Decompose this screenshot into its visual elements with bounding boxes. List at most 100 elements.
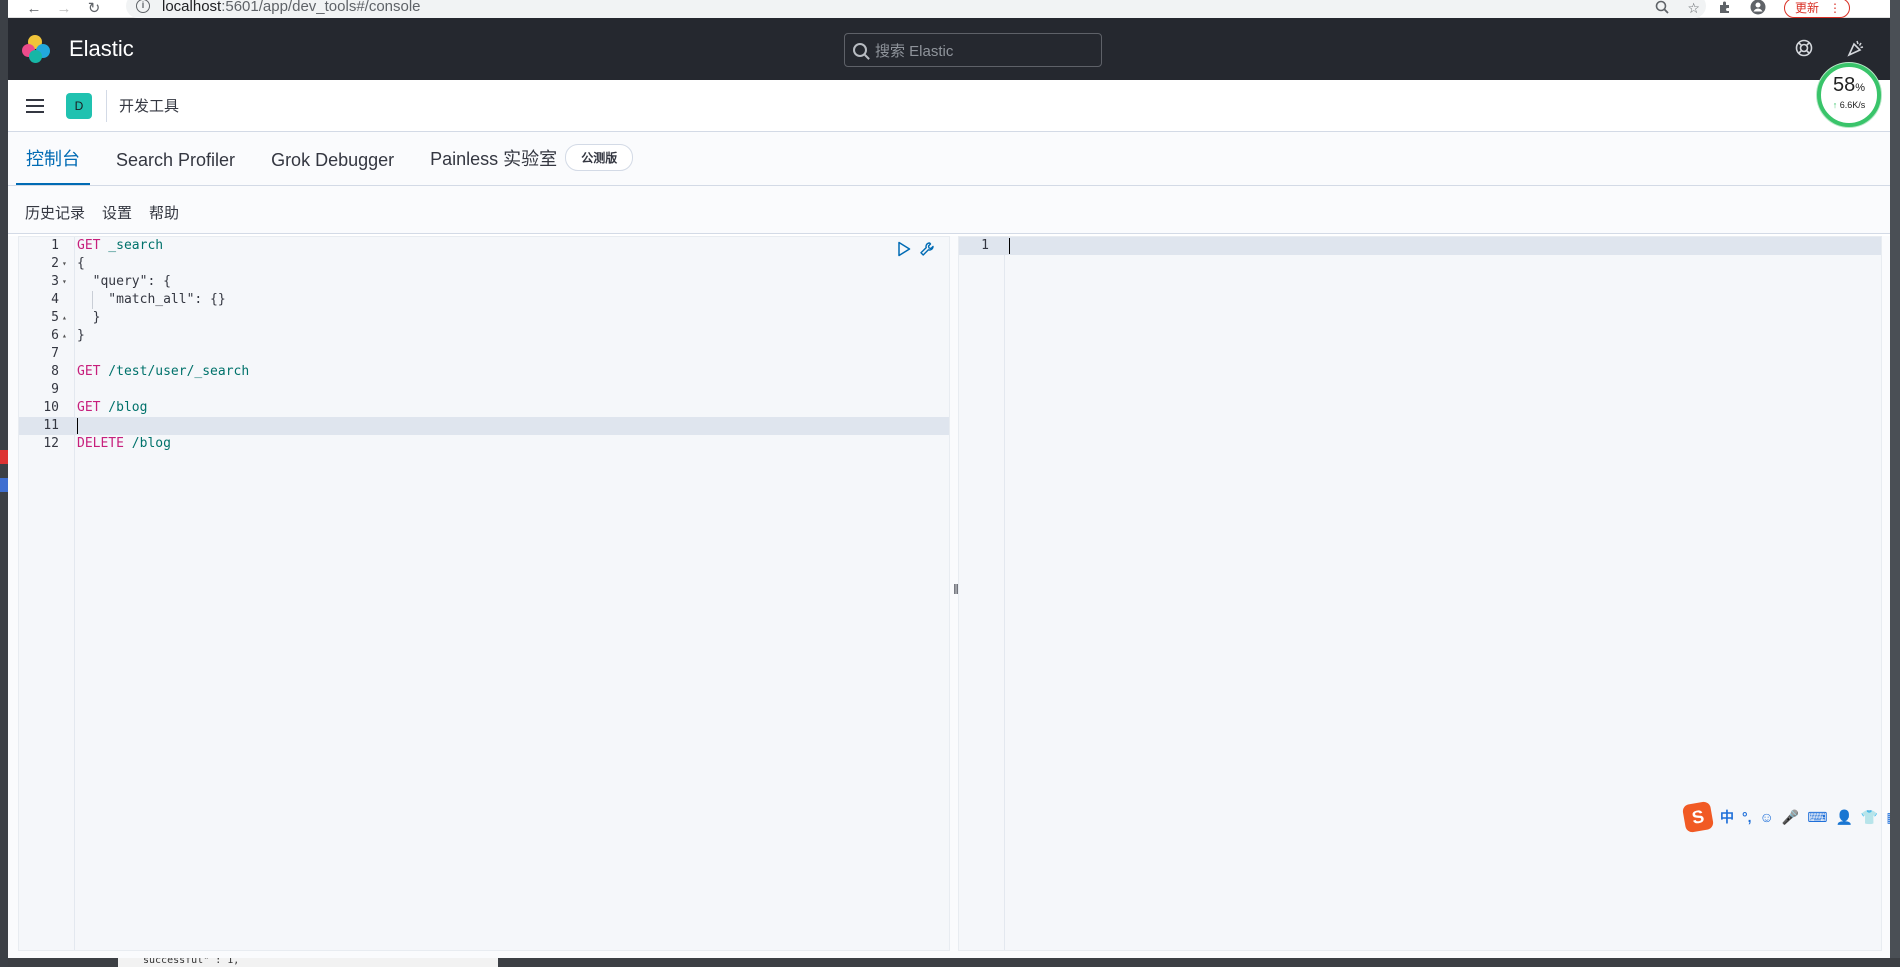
- console-menu: 历史记录 设置 帮助: [8, 186, 1890, 234]
- editor-line[interactable]: 4 "match_all": {}: [19, 291, 949, 309]
- breadcrumb: D 开发工具: [8, 80, 1890, 132]
- code-text: {: [77, 255, 85, 273]
- editor-line[interactable]: 3 ▾ "query": {: [19, 273, 949, 291]
- ime-voice-icon[interactable]: 🎤: [1782, 809, 1799, 826]
- help-link[interactable]: 帮助: [149, 202, 179, 223]
- ime-toolbox-icon[interactable]: ▦: [1886, 809, 1890, 826]
- line-number: 12: [43, 436, 59, 451]
- fold-toggle-icon[interactable]: ▾: [62, 255, 67, 273]
- output-line[interactable]: 1: [959, 237, 1881, 255]
- json-text: }: [77, 328, 85, 343]
- profile-icon[interactable]: [1750, 0, 1766, 18]
- request-path: /test/user/_search: [100, 364, 250, 379]
- site-info-icon[interactable]: i: [136, 0, 150, 13]
- line-number: 10: [43, 400, 59, 415]
- beta-badge: 公测版: [565, 144, 634, 171]
- http-method: GET: [77, 400, 101, 415]
- update-label: 更新: [1794, 1, 1819, 15]
- ime-keyboard-icon[interactable]: ⌨: [1807, 809, 1827, 826]
- help-icon[interactable]: [1794, 38, 1814, 64]
- network-speed: 6.6K/s: [1839, 100, 1866, 110]
- editor-line[interactable]: 7: [19, 345, 949, 363]
- text-cursor: [1009, 238, 1010, 254]
- line-number: 8: [51, 364, 59, 379]
- browser-window: ← → ↻ i localhost :5601/app/dev_tools#/c…: [8, 0, 1890, 958]
- ime-chinese-mode[interactable]: 中: [1720, 807, 1734, 827]
- editor-line[interactable]: 1 GET _search: [19, 237, 949, 255]
- request-editor[interactable]: 1 GET _search 2 ▾{3 ▾ "query": {4 "match_all…: [18, 236, 950, 951]
- network-speed-widget[interactable]: 58% ↑ 6.6K/s: [1817, 63, 1881, 127]
- send-request-play-icon[interactable]: [897, 241, 911, 261]
- ime-emoji-icon[interactable]: ☺: [1760, 809, 1774, 825]
- bookmark-star-icon[interactable]: ☆: [1687, 0, 1700, 17]
- line-number: 7: [51, 346, 59, 361]
- editor-line[interactable]: 5 ▴ }: [19, 309, 949, 327]
- code-text: "match_all": {}: [77, 291, 225, 309]
- background-window-strip: successful" : 1,: [8, 956, 1900, 967]
- code-text: "query": {: [77, 273, 171, 291]
- json-text: "query": {: [77, 274, 171, 289]
- dev-tools-tabs: 控制台 Search Profiler Grok Debugger Painle…: [8, 132, 1890, 186]
- json-text: {: [77, 256, 85, 271]
- wrench-icon[interactable]: [919, 241, 935, 261]
- desktop-edge: [0, 0, 8, 967]
- url-path: :5601/app/dev_tools#/console: [221, 0, 421, 15]
- indent-guide: [92, 291, 93, 309]
- line-number: 2: [51, 256, 59, 271]
- url-host: localhost: [162, 0, 222, 15]
- space-avatar[interactable]: D: [66, 92, 92, 119]
- browser-update-button[interactable]: 更新 ⋮: [1783, 0, 1850, 18]
- tab-painless-lab[interactable]: Painless 实验室 公测版: [420, 144, 643, 185]
- output-gutter: [959, 237, 1005, 950]
- global-search-input[interactable]: 搜索 Elastic: [844, 33, 1102, 67]
- editor-line[interactable]: 8 GET /test/user/_search: [19, 363, 949, 381]
- editor-line[interactable]: 2 ▾ {: [19, 255, 949, 273]
- text-cursor: [77, 418, 78, 434]
- console-panels: 1 GET _search 2 ▾{3 ▾ "query": {4 "match_all…: [8, 236, 1890, 958]
- address-bar[interactable]: i localhost :5601/app/dev_tools#/console: [126, 0, 1706, 18]
- elastic-logo-icon[interactable]: [22, 35, 50, 63]
- sogou-logo-icon[interactable]: S: [1681, 800, 1715, 834]
- search-placeholder: 搜索 Elastic: [875, 42, 954, 60]
- editor-line[interactable]: 12 DELETE /blog: [19, 435, 949, 453]
- line-number: 1: [51, 238, 59, 253]
- desktop-icon-red: [0, 450, 8, 464]
- zoom-icon[interactable]: [1655, 0, 1670, 17]
- response-output[interactable]: 1: [958, 236, 1882, 951]
- code-text: }: [77, 309, 101, 327]
- line-number: 3: [51, 274, 59, 289]
- hamburger-menu-icon[interactable]: [26, 95, 44, 117]
- http-method: GET: [77, 238, 101, 253]
- fold-toggle-icon[interactable]: ▾: [62, 273, 67, 291]
- tab-grok-debugger[interactable]: Grok Debugger: [261, 150, 404, 185]
- ime-user-icon[interactable]: 👤: [1835, 809, 1852, 826]
- newsfeed-icon[interactable]: [1846, 38, 1866, 64]
- breadcrumb-current: 开发工具: [119, 98, 180, 115]
- code-text: GET _search: [77, 237, 163, 255]
- request-path: /blog: [123, 436, 171, 451]
- editor-line[interactable]: 6 ▴}: [19, 327, 949, 345]
- brand-name[interactable]: Elastic: [69, 36, 134, 62]
- http-method: GET: [77, 364, 101, 379]
- settings-link[interactable]: 设置: [102, 202, 132, 223]
- reload-icon[interactable]: ↻: [82, 0, 106, 17]
- editor-line[interactable]: 10 GET /blog: [19, 399, 949, 417]
- ime-toolbar: S 中 °, ☺ 🎤 ⌨ 👤 👕 ▦: [1681, 800, 1890, 834]
- code-text: DELETE /blog: [77, 435, 171, 453]
- ime-punctuation-icon[interactable]: °,: [1742, 809, 1752, 825]
- browser-menu-icon: ⋮: [1829, 1, 1841, 15]
- history-link[interactable]: 历史记录: [25, 202, 85, 223]
- tab-console[interactable]: 控制台: [16, 145, 90, 185]
- upload-arrow-icon: ↑: [1832, 100, 1838, 110]
- forward-icon[interactable]: →: [52, 0, 76, 17]
- tab-search-profiler[interactable]: Search Profiler: [106, 150, 245, 185]
- fold-toggle-icon[interactable]: ▴: [62, 309, 67, 327]
- fold-toggle-icon[interactable]: ▴: [62, 327, 67, 345]
- editor-line[interactable]: 9: [19, 381, 949, 399]
- json-text: }: [77, 310, 101, 325]
- back-icon[interactable]: ←: [22, 0, 46, 17]
- code-text: GET /blog: [77, 399, 147, 417]
- ime-skin-icon[interactable]: 👕: [1861, 809, 1878, 826]
- editor-line[interactable]: 11: [19, 417, 949, 435]
- extensions-icon[interactable]: [1718, 0, 1732, 17]
